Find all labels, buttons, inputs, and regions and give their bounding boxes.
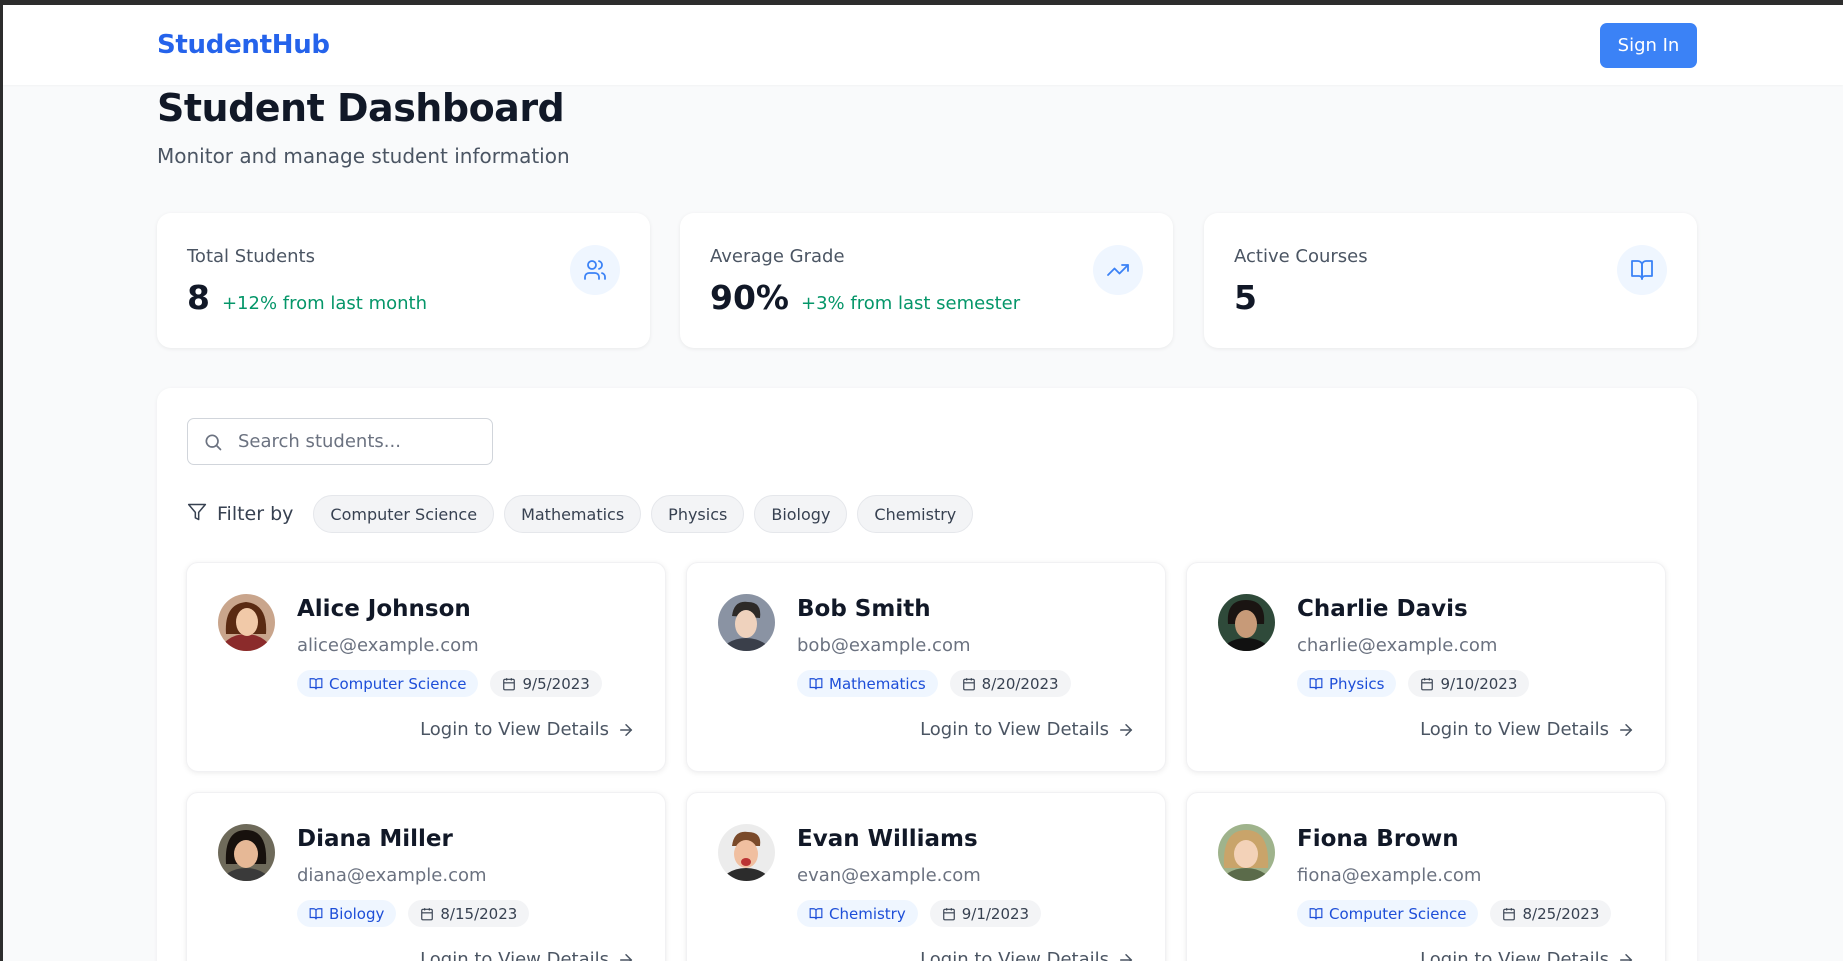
student-email: diana@example.com [297,865,487,886]
arrow-right-icon [1120,723,1133,736]
avatar [218,824,275,881]
student-card[interactable]: Fiona Brown fiona@example.com Computer S… [1186,792,1666,961]
date-tag: 9/1/2023 [929,900,1042,927]
student-name: Diana Miller [297,826,453,852]
arrow-right-icon [620,723,633,736]
avatar [1218,594,1275,651]
page-title: Student Dashboard [157,86,565,130]
avatar [718,824,775,881]
student-card[interactable]: Diana Miller diana@example.com Biology 8… [186,792,666,961]
stat-label: Active Courses [1234,246,1368,267]
student-card[interactable]: Charlie Davis charlie@example.com Physic… [1186,562,1666,772]
view-details-link[interactable]: Login to View Details [1420,719,1635,740]
stat-change: +3% from last semester [801,293,1021,314]
book-icon [1309,677,1323,689]
filter-label: Filter by [187,502,293,527]
course-tag: Physics [1297,670,1397,697]
top-nav: StudentHub Sign In [3,5,1843,85]
view-details-link[interactable]: Login to View Details [420,949,635,961]
calendar-icon [503,677,516,690]
student-name: Charlie Davis [1297,596,1468,622]
student-name: Evan Williams [797,826,978,852]
sign-in-button[interactable]: Sign In [1600,23,1697,68]
date-tag: 9/5/2023 [490,670,602,697]
view-details-link[interactable]: Login to View Details [920,949,1135,961]
search-box[interactable] [187,418,493,465]
book-icon [309,907,323,919]
book-open-icon [1617,245,1667,295]
view-details-link[interactable]: Login to View Details [920,719,1135,740]
course-tag: Computer Science [297,670,479,697]
arrow-right-icon [620,953,633,961]
course-tag: Computer Science [1297,900,1479,927]
filter-chip-chemistry[interactable]: Chemistry [857,495,974,533]
stat-change: +12% from last month [221,293,427,314]
stat-card-active-courses: Active Courses 5 [1204,213,1697,348]
date-tag: 8/20/2023 [949,670,1071,697]
filter-icon [187,502,207,527]
student-email: fiona@example.com [1297,865,1482,886]
filter-chip-biology[interactable]: Biology [754,495,848,533]
avatar [1218,824,1275,881]
student-name: Bob Smith [797,596,931,622]
date-tag: 9/10/2023 [1408,670,1530,697]
book-icon [309,677,323,689]
student-card[interactable]: Evan Williams evan@example.com Chemistry… [686,792,1166,961]
calendar-icon [1421,677,1434,690]
book-icon [1309,907,1323,919]
book-icon [809,677,823,689]
trending-up-icon [1093,245,1143,295]
filter-chip-computer-science[interactable]: Computer Science [313,495,495,533]
student-card[interactable]: Bob Smith bob@example.com Mathematics 8/… [686,562,1166,772]
stat-label: Total Students [187,246,315,267]
students-panel: Filter by Computer Science Mathematics P… [157,388,1697,961]
arrow-right-icon [1620,953,1633,961]
search-input[interactable] [238,419,488,464]
course-tag: Biology [297,900,397,927]
filter-chip-physics[interactable]: Physics [651,495,745,533]
course-tag: Mathematics [797,670,938,697]
view-details-link[interactable]: Login to View Details [1420,949,1635,961]
avatar [718,594,775,651]
stat-value: 90% [710,278,789,317]
stat-value: 8 [187,278,210,317]
calendar-icon [1503,907,1516,920]
avatar [218,594,275,651]
filter-chip-mathematics[interactable]: Mathematics [504,495,642,533]
course-tag: Chemistry [797,900,918,927]
users-icon [570,245,620,295]
stat-card-total-students: Total Students 8 +12% from last month [157,213,650,348]
filter-row: Filter by Computer Science Mathematics P… [187,495,983,533]
student-email: alice@example.com [297,635,479,656]
student-email: evan@example.com [797,865,981,886]
arrow-right-icon [1120,953,1133,961]
date-tag: 8/15/2023 [408,900,530,927]
window-left-border [0,0,3,961]
student-name: Alice Johnson [297,596,471,622]
date-tag: 8/25/2023 [1490,900,1612,927]
filter-label-text: Filter by [217,503,294,525]
student-card[interactable]: Alice Johnson alice@example.com Computer… [186,562,666,772]
arrow-right-icon [1620,723,1633,736]
page-subtitle: Monitor and manage student information [157,144,570,168]
stat-label: Average Grade [710,246,845,267]
calendar-icon [962,677,975,690]
student-name: Fiona Brown [1297,826,1459,852]
student-email: bob@example.com [797,635,971,656]
search-icon [203,432,223,456]
book-icon [809,907,823,919]
calendar-icon [421,907,434,920]
stat-card-average-grade: Average Grade 90% +3% from last semester [680,213,1173,348]
calendar-icon [942,907,955,920]
student-email: charlie@example.com [1297,635,1498,656]
view-details-link[interactable]: Login to View Details [420,719,635,740]
stat-value: 5 [1234,278,1257,317]
brand-logo[interactable]: StudentHub [157,30,330,60]
